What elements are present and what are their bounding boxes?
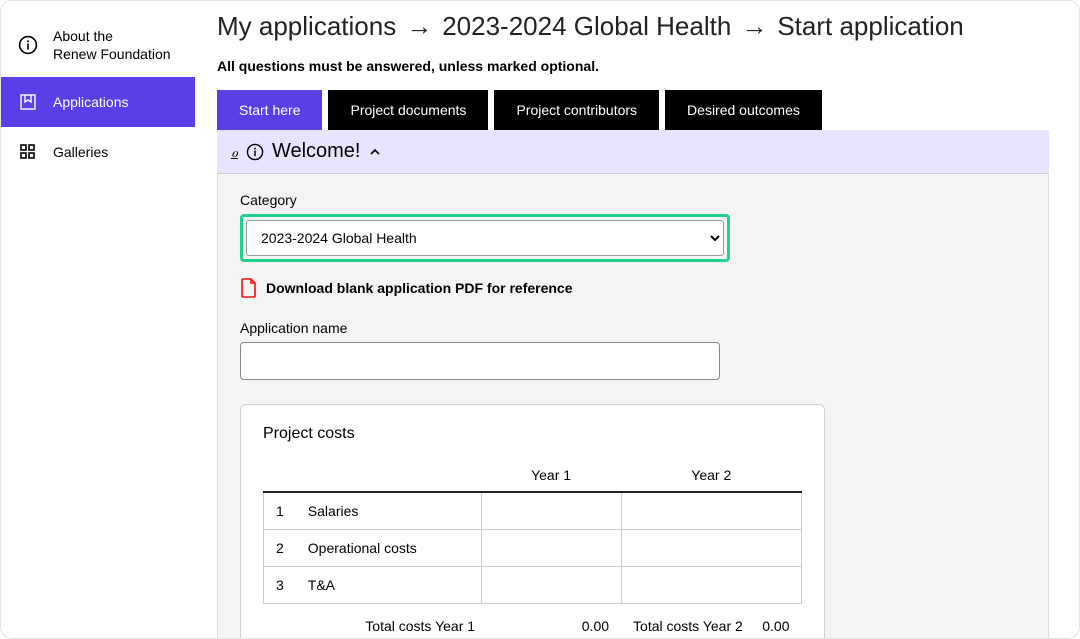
main-content: My applications → 2023-2024 Global Healt… [195, 1, 1079, 638]
edit-icon: ℴ [231, 143, 238, 161]
total-year2-value: 0.00 [762, 618, 789, 634]
tabs: Start here Project documents Project con… [217, 90, 1049, 130]
download-pdf-row[interactable]: Download blank application PDF for refer… [240, 278, 1026, 298]
tab-project-documents[interactable]: Project documents [328, 90, 488, 130]
section-welcome-body: Category 2023-2024 Global Health Downloa… [217, 174, 1049, 638]
col-year2: Year 2 [621, 459, 801, 492]
total-year2-label: Total costs Year 2 [633, 618, 743, 634]
cost-input-cell[interactable] [481, 492, 621, 530]
category-select[interactable]: 2023-2024 Global Health [246, 220, 724, 256]
section-welcome-title: Welcome! [272, 140, 361, 163]
chevron-up-icon [368, 145, 382, 159]
table-row: 1 Salaries [264, 492, 802, 530]
breadcrumb: My applications → 2023-2024 Global Healt… [217, 11, 1049, 42]
tab-start-here[interactable]: Start here [217, 90, 322, 130]
application-name-label: Application name [240, 320, 1026, 336]
pdf-file-icon [240, 278, 258, 298]
sidebar-item-applications[interactable]: Applications [1, 77, 195, 127]
arrow-icon: → [406, 11, 432, 42]
bookmark-icon [17, 91, 39, 113]
sidebar-galleries-label: Galleries [53, 143, 108, 161]
sidebar-item-about[interactable]: About the Renew Foundation [1, 13, 195, 77]
project-costs-title: Project costs [263, 425, 802, 443]
sidebar: About the Renew Foundation Applications [1, 1, 195, 638]
cost-input-cell[interactable] [481, 567, 621, 604]
sidebar-applications-label: Applications [53, 93, 129, 111]
totals-row: Total costs Year 1 0.00 . Total costs Ye… [264, 604, 802, 639]
breadcrumb-level2[interactable]: 2023-2024 Global Health [442, 11, 731, 42]
total-year1-value: 0.00 . [481, 604, 621, 639]
arrow-icon: → [741, 11, 767, 42]
cost-input-cell[interactable] [621, 492, 801, 530]
project-costs-card: Project costs Year 1 Year 2 1 Sal [240, 404, 825, 638]
info-icon [17, 34, 39, 56]
sidebar-item-galleries[interactable]: Galleries [1, 127, 195, 177]
breadcrumb-level1[interactable]: My applications [217, 11, 396, 42]
cost-input-cell[interactable] [621, 530, 801, 567]
grid-icon [17, 141, 39, 163]
category-label: Category [240, 192, 1026, 208]
breadcrumb-level3: Start application [777, 11, 963, 42]
cost-input-cell[interactable] [621, 567, 801, 604]
section-welcome-header[interactable]: ℴ Welcome! [217, 130, 1049, 174]
project-costs-table: Year 1 Year 2 1 Salaries 2 [263, 459, 802, 638]
application-name-input[interactable] [240, 342, 720, 380]
download-pdf-link[interactable]: Download blank application PDF for refer… [266, 280, 573, 296]
info-icon [246, 143, 264, 161]
table-row: 3 T&A [264, 567, 802, 604]
sidebar-about-label: About the Renew Foundation [53, 27, 171, 63]
instruction-text: All questions must be answered, unless m… [217, 58, 1049, 74]
col-year1: Year 1 [481, 459, 621, 492]
category-highlight: 2023-2024 Global Health [240, 214, 730, 262]
cost-input-cell[interactable] [481, 530, 621, 567]
table-row: 2 Operational costs [264, 530, 802, 567]
total-year1-label: Total costs Year 1 [296, 604, 481, 639]
tab-project-contributors[interactable]: Project contributors [494, 90, 659, 130]
tab-desired-outcomes[interactable]: Desired outcomes [665, 90, 822, 130]
